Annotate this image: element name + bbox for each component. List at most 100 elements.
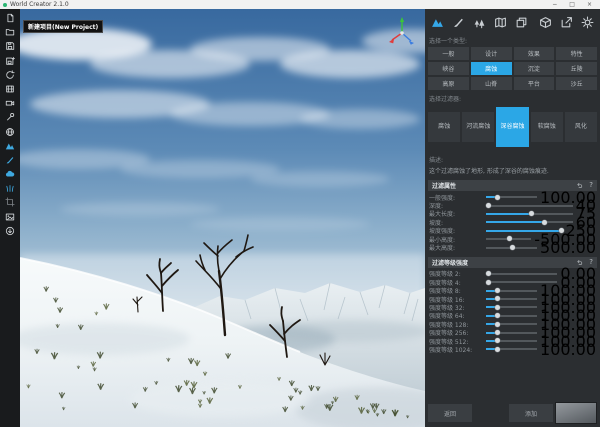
type-option-6[interactable]: 沉淀: [514, 62, 555, 75]
toolbar-terrain-filters-button[interactable]: [431, 16, 444, 29]
toolbar-render-button[interactable]: [539, 16, 552, 29]
sidebar-selection-button[interactable]: [3, 196, 17, 208]
slider-thumb[interactable]: [495, 347, 500, 352]
slider-track[interactable]: [486, 221, 573, 223]
slider-thumb[interactable]: [495, 195, 500, 200]
right-panel: 选择一个类型: 一般设计效果特性峡谷腐蚀沉淀丘陵高原山脊平台沙丘 选择过滤器: …: [425, 9, 600, 427]
toolbar-settings-button[interactable]: [581, 16, 594, 29]
section-title: 过滤等级强度: [432, 258, 468, 267]
valley-shadow-2: [270, 320, 425, 342]
slider-track[interactable]: [486, 238, 531, 240]
description-text: 这个过滤腐蚀了地形, 形成了深谷的腐蚀痕迹.: [429, 166, 596, 175]
slider-track[interactable]: [486, 315, 537, 317]
slider-thumb[interactable]: [507, 236, 512, 241]
brush-icon: [5, 155, 15, 165]
type-option-2[interactable]: 效果: [514, 47, 555, 60]
filter-option-1[interactable]: 河流腐蚀: [462, 112, 494, 142]
film-icon: [5, 84, 15, 94]
slider-track[interactable]: [486, 348, 537, 350]
slider-row: 强度等级 1024:100.00: [425, 345, 600, 353]
sidebar-sync-button[interactable]: [3, 69, 17, 81]
filter-option-0[interactable]: 腐蚀: [428, 112, 460, 142]
slider-track[interactable]: [486, 281, 557, 283]
sidebar-terrain-button[interactable]: [3, 140, 17, 152]
slider-thumb[interactable]: [486, 280, 491, 285]
type-option-0[interactable]: 一般: [428, 47, 469, 60]
slider-thumb[interactable]: [495, 338, 500, 343]
sidebar-sculpt-button[interactable]: [3, 154, 17, 166]
back-button[interactable]: 返回: [428, 404, 472, 422]
slider-thumb[interactable]: [495, 288, 500, 293]
sidebar-textures-button[interactable]: [3, 211, 17, 223]
slider-label: 强度等级 1024:: [429, 345, 483, 354]
sidebar-save-project-button[interactable]: [3, 40, 17, 52]
slider-thumb[interactable]: [510, 245, 515, 250]
slider-track[interactable]: [486, 340, 537, 342]
type-option-9[interactable]: 山脊: [471, 77, 512, 90]
slider-track[interactable]: [486, 323, 537, 325]
layers-icon: [515, 16, 528, 29]
slider-thumb[interactable]: [495, 322, 500, 327]
sidebar-save-project-as-button[interactable]: [3, 55, 17, 67]
toolbar-paint-button[interactable]: [452, 16, 465, 29]
slider-track[interactable]: [486, 290, 537, 292]
type-option-4[interactable]: 峡谷: [428, 62, 469, 75]
sidebar-sky-button[interactable]: [3, 168, 17, 180]
sidebar-open-project-button[interactable]: [3, 26, 17, 38]
window-controls: − □ ×: [552, 0, 597, 9]
slider-thumb[interactable]: [495, 313, 500, 318]
type-option-8[interactable]: 高原: [428, 77, 469, 90]
filter-option-3[interactable]: 软腐蚀: [531, 112, 563, 142]
sidebar-world-button[interactable]: [3, 126, 17, 138]
slider-track[interactable]: [486, 230, 562, 232]
slider-thumb[interactable]: [495, 305, 500, 310]
slider-label: 最大高度:: [429, 243, 483, 252]
slider-track[interactable]: [486, 273, 557, 275]
slider-thumb[interactable]: [495, 296, 500, 301]
maximize-button[interactable]: □: [569, 0, 575, 9]
slider-track[interactable]: [486, 247, 537, 249]
app-icon: [3, 3, 7, 7]
share-icon: [560, 16, 573, 29]
type-option-10[interactable]: 平台: [514, 77, 555, 90]
section-1: 过滤等级强度?强度等级 2:0.00强度等级 4:0.00强度等级 8:100.…: [425, 257, 600, 354]
toolbar-texture-map-button[interactable]: [494, 16, 507, 29]
slider-thumb[interactable]: [486, 203, 491, 208]
filter-option-4[interactable]: 风化: [565, 112, 597, 142]
slider-track[interactable]: [486, 332, 537, 334]
close-button[interactable]: ×: [587, 0, 592, 9]
filter-option-2[interactable]: 深谷腐蚀: [496, 107, 528, 147]
slider-track[interactable]: [486, 306, 537, 308]
add-filter-button[interactable]: 添加: [509, 404, 553, 422]
slider-track[interactable]: [486, 196, 537, 198]
floppy-plus-icon: [5, 56, 15, 66]
slider-thumb[interactable]: [486, 271, 491, 276]
sidebar-export-button[interactable]: [3, 225, 17, 237]
sidebar-new-project-button[interactable]: [3, 12, 17, 24]
type-section-label: 选择一个类型:: [425, 35, 600, 47]
globe-icon: [5, 127, 15, 137]
minimize-button[interactable]: −: [552, 0, 557, 9]
type-option-1[interactable]: 设计: [471, 47, 512, 60]
type-option-3[interactable]: 特性: [556, 47, 597, 60]
slider-thumb[interactable]: [529, 211, 534, 216]
slider-thumb[interactable]: [495, 330, 500, 335]
filter-row: 腐蚀河流腐蚀深谷腐蚀软腐蚀风化: [425, 105, 600, 149]
type-option-11[interactable]: 沙丘: [556, 77, 597, 90]
slider-track[interactable]: [486, 298, 537, 300]
grass-icon: [5, 183, 15, 193]
slider-track[interactable]: [486, 205, 573, 207]
type-option-7[interactable]: 丘陵: [556, 62, 597, 75]
viewport-3d-scene[interactable]: [20, 9, 425, 427]
type-option-5[interactable]: 腐蚀: [471, 62, 512, 75]
toolbar-share-button[interactable]: [560, 16, 573, 29]
slider-track[interactable]: [486, 213, 573, 215]
sidebar-vegetation-button[interactable]: [3, 182, 17, 194]
slider-thumb[interactable]: [542, 220, 547, 225]
toolbar-vegetation-button[interactable]: [473, 16, 486, 29]
left-toolbar: [0, 9, 20, 427]
sidebar-camera-button[interactable]: [3, 97, 17, 109]
sidebar-tools-button[interactable]: [3, 111, 17, 123]
sidebar-media-button[interactable]: [3, 83, 17, 95]
toolbar-layers-button[interactable]: [515, 16, 528, 29]
